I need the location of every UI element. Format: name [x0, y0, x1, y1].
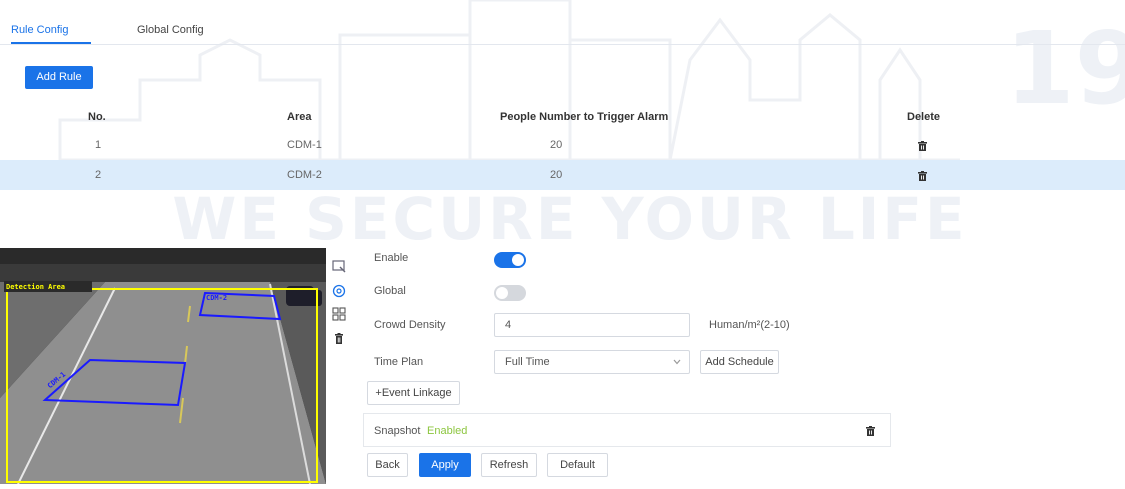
- global-label: Global: [374, 285, 406, 297]
- tab-global-config[interactable]: Global Config: [137, 24, 204, 36]
- tab-active-indicator: [11, 42, 91, 44]
- event-linkage-button[interactable]: +Event Linkage: [367, 381, 460, 405]
- refresh-button[interactable]: Refresh: [481, 453, 537, 477]
- crowd-density-label: Crowd Density: [374, 319, 446, 331]
- trash-icon[interactable]: [918, 141, 927, 151]
- col-area: Area: [287, 111, 312, 123]
- trash-icon[interactable]: [331, 331, 347, 347]
- video-preview[interactable]: Detection Area CDM-2 CDM-1: [0, 248, 326, 484]
- region2-label: CDM-2: [206, 294, 228, 302]
- col-no: No.: [88, 111, 106, 123]
- watermark-slogan: WE SECURE YOUR LIFE: [172, 185, 968, 253]
- crowd-density-input[interactable]: 4: [494, 313, 690, 337]
- tab-rule-config[interactable]: Rule Config: [11, 24, 68, 36]
- time-plan-label: Time Plan: [374, 356, 424, 368]
- add-schedule-button[interactable]: Add Schedule: [700, 350, 779, 374]
- snapshot-status: Enabled: [427, 425, 468, 437]
- draw-rule-icon[interactable]: [331, 258, 347, 274]
- chevron-down-icon: [673, 359, 681, 365]
- grid-icon[interactable]: [331, 306, 347, 322]
- snapshot-label: Snapshot: [374, 425, 421, 437]
- col-delete: Delete: [907, 111, 941, 123]
- toggle-knob: [496, 287, 508, 299]
- row-area: CDM-1: [287, 139, 322, 151]
- global-toggle[interactable]: [494, 285, 526, 301]
- row-people: 20: [550, 139, 563, 151]
- time-plan-select[interactable]: Full Time: [494, 350, 690, 374]
- enable-toggle[interactable]: [494, 252, 526, 268]
- apply-button[interactable]: Apply: [419, 453, 471, 477]
- trash-icon[interactable]: [866, 426, 875, 436]
- row-area: CDM-2: [287, 169, 322, 181]
- detection-area-label: Detection Area: [6, 283, 66, 291]
- col-people: People Number to Trigger Alarm: [500, 111, 669, 123]
- back-button[interactable]: Back: [367, 453, 408, 477]
- toggle-knob: [512, 254, 524, 266]
- tab-bar: Rule Config Global Config: [0, 0, 1125, 45]
- table-row[interactable]: 1 CDM-1 20: [0, 130, 1125, 160]
- crowd-density-unit: Human/m²(2-10): [709, 319, 790, 331]
- enable-label: Enable: [374, 252, 409, 264]
- time-plan-value: Full Time: [505, 356, 550, 368]
- default-button[interactable]: Default: [547, 453, 608, 477]
- draw-target-icon[interactable]: [331, 283, 347, 299]
- row-no: 2: [95, 169, 102, 181]
- table-row[interactable]: 2 CDM-2 20: [0, 160, 1125, 190]
- trash-icon[interactable]: [918, 171, 927, 181]
- row-people: 20: [550, 169, 563, 181]
- add-rule-button[interactable]: Add Rule: [25, 66, 93, 89]
- snapshot-row: Snapshot Enabled: [363, 413, 891, 447]
- row-no: 1: [95, 139, 102, 151]
- table-header: No. Area People Number to Trigger Alarm …: [0, 102, 1125, 132]
